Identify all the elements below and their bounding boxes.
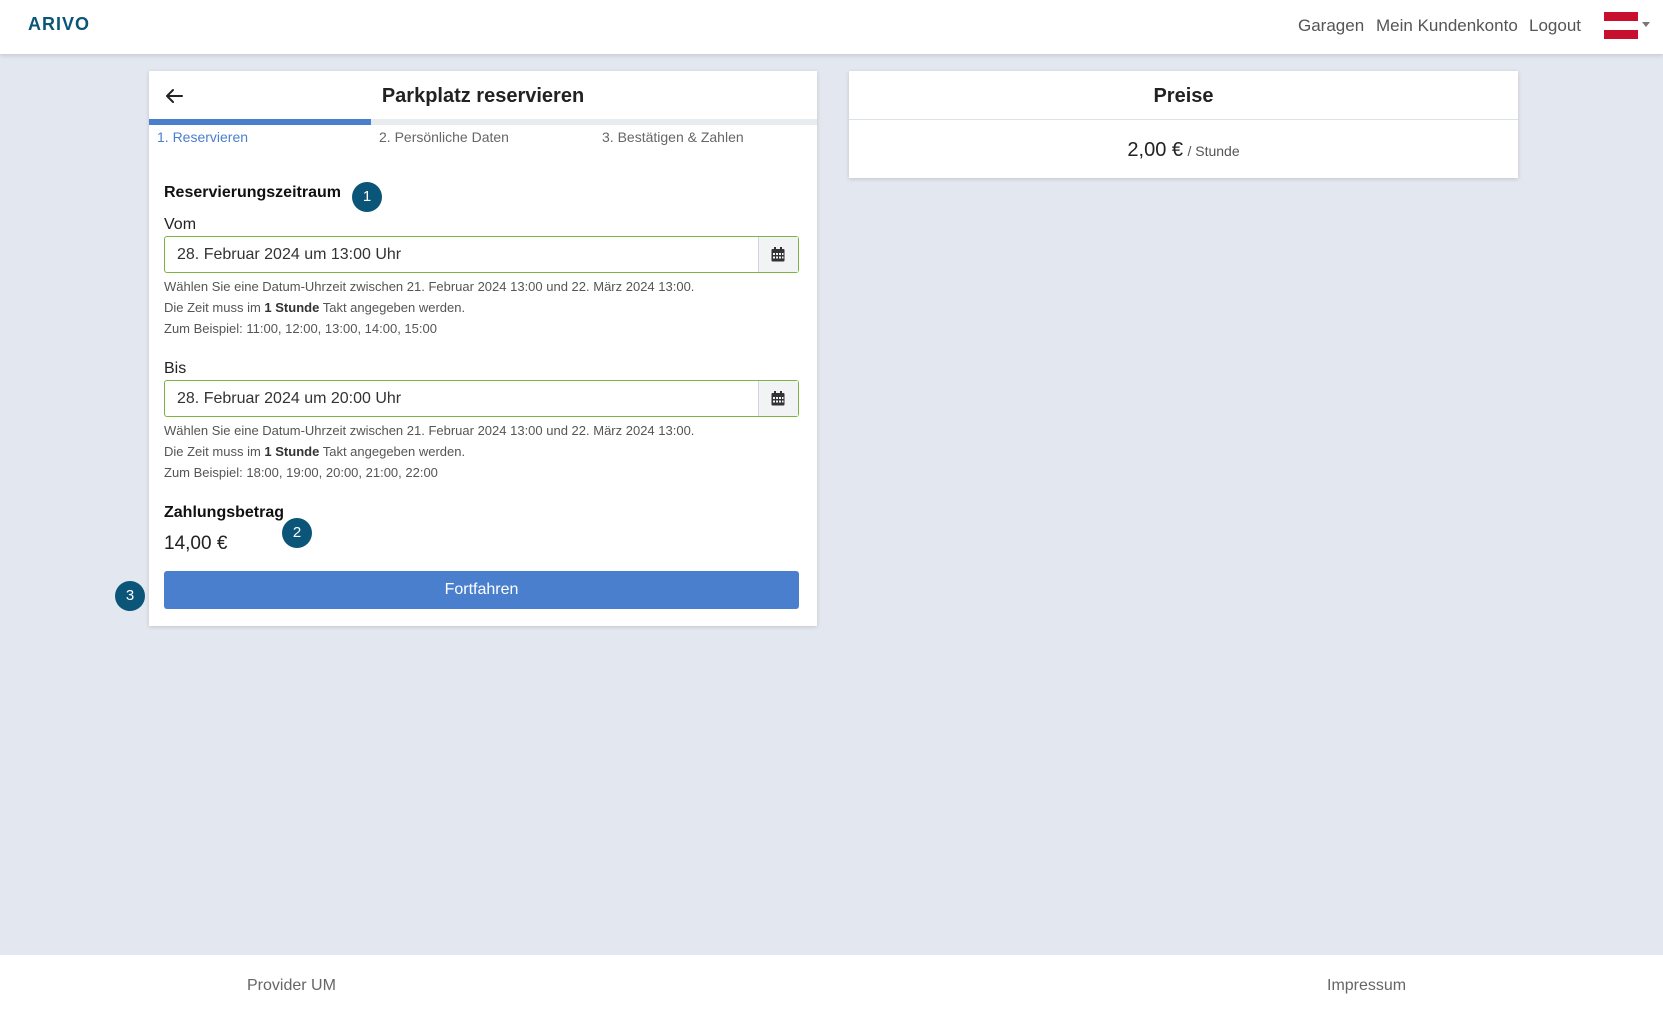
footer: Provider UM Impressum xyxy=(0,955,1663,1014)
footer-impressum-link[interactable]: Impressum xyxy=(1327,977,1406,995)
step-progress-active xyxy=(149,119,371,125)
calendar-icon xyxy=(771,247,785,262)
to-help-range: Wählen Sie eine Datum-Uhrzeit zwischen 2… xyxy=(164,423,695,438)
step-reservieren: 1. Reservieren xyxy=(157,129,249,145)
to-help-text: Wählen Sie eine Datum-Uhrzeit zwischen 2… xyxy=(164,420,694,483)
to-calendar-button[interactable] xyxy=(758,381,798,416)
step-progress-bar xyxy=(149,119,817,125)
price-value: 2,00 € xyxy=(1127,139,1183,161)
nav-link-kundenkonto[interactable]: Mein Kundenkonto xyxy=(1376,16,1518,36)
price-card: Preise 2,00 € / Stunde xyxy=(849,71,1518,178)
payment-amount-title: Zahlungsbetrag xyxy=(164,504,285,521)
page-title: Parkplatz reservieren xyxy=(381,85,585,107)
to-input-group xyxy=(164,380,799,417)
to-help-example: Zum Beispiel: 18:00, 19:00, 20:00, 21:00… xyxy=(164,465,438,480)
austria-flag-icon[interactable] xyxy=(1604,12,1638,39)
step-badge-2: 2 xyxy=(282,518,312,548)
step-bestaetigen-zahlen: 3. Bestätigen & Zahlen xyxy=(602,129,744,145)
to-help-step: Die Zeit muss im 1 Stunde Takt angegeben… xyxy=(164,444,466,459)
continue-button[interactable]: Fortfahren xyxy=(164,571,799,609)
from-calendar-button[interactable] xyxy=(758,237,798,272)
to-datetime-input[interactable] xyxy=(165,381,761,416)
footer-provider: Provider UM xyxy=(247,977,336,994)
nav-link-garagen[interactable]: Garagen xyxy=(1298,16,1364,36)
step-badge-3: 3 xyxy=(115,581,145,611)
step-badge-1: 1 xyxy=(352,182,382,212)
from-help-example: Zum Beispiel: 11:00, 12:00, 13:00, 14:00… xyxy=(164,321,437,336)
from-help-text: Wählen Sie eine Datum-Uhrzeit zwischen 2… xyxy=(164,276,694,339)
to-label: Bis xyxy=(164,360,187,377)
calendar-icon xyxy=(771,391,785,406)
price-title: Preise xyxy=(1153,85,1214,107)
reservation-card: Parkplatz reservieren 1. Reservieren 2. … xyxy=(149,71,817,626)
reservation-period-title: Reservierungszeitraum xyxy=(164,184,341,201)
from-help-step: Die Zeit muss im 1 Stunde Takt angegeben… xyxy=(164,300,466,315)
step-persoenliche-daten: 2. Persönliche Daten xyxy=(379,129,509,145)
top-navbar: ARIVO Garagen Mein Kundenkonto Logout xyxy=(0,0,1663,54)
price-divider xyxy=(849,119,1518,120)
from-label: Vom xyxy=(164,216,197,233)
price-line: 2,00 € / Stunde xyxy=(849,139,1518,162)
arivo-logo[interactable]: ARIVO xyxy=(28,14,90,35)
price-unit: / Stunde xyxy=(1187,143,1240,159)
payment-amount: 14,00 € xyxy=(164,533,228,554)
from-datetime-input[interactable] xyxy=(165,237,761,272)
from-input-group xyxy=(164,236,799,273)
from-help-range: Wählen Sie eine Datum-Uhrzeit zwischen 2… xyxy=(164,279,695,294)
chevron-down-icon[interactable] xyxy=(1642,22,1650,27)
nav-link-logout[interactable]: Logout xyxy=(1529,16,1581,36)
